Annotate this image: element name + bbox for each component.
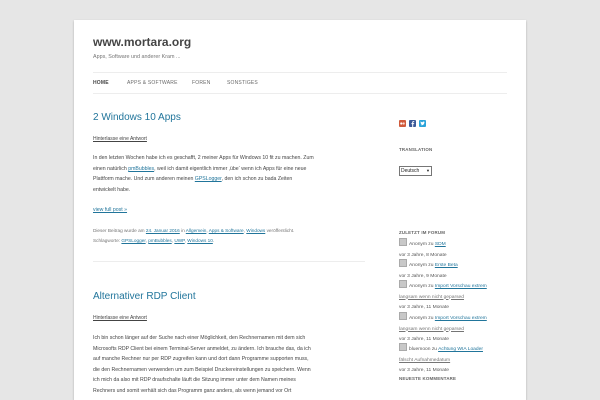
post-2-line-5: ich mich da also mit RDP draufschalte lä… [93, 377, 296, 384]
nav-item-foren[interactable]: FOREN [192, 80, 211, 86]
forum-topic-link[interactable]: Import Vorschau extrem [435, 284, 487, 289]
post-1-line-1: In den letzten Wochen habe ich es gescha… [93, 155, 314, 161]
recent-comments-widget-title: NEUESTE KOMMENTARE [399, 376, 457, 381]
forum-on: zu [430, 347, 439, 352]
post-divider [93, 261, 365, 262]
forum-entry: Anonym zu Import Vorschau extrem langsam… [399, 312, 511, 346]
post-1-line-3-text: Plattform mache. Und zum anderen meinen [93, 176, 195, 183]
avatar [399, 259, 407, 267]
gpslogger-link[interactable]: GPSLogger [195, 176, 222, 182]
forum-widget-title: ZULETZT IM FORUM [399, 230, 446, 235]
tags-label: Schlagworte: [93, 237, 122, 243]
tag-uwp-link[interactable]: UWP [174, 238, 184, 243]
post-2-comment-link[interactable]: Hinterlasse eine Antwort [93, 315, 147, 321]
tags-end: . [212, 237, 215, 243]
post-1-meta-line-2: Schlagworte: GPSLogger, pmBubbles, UWP, … [93, 236, 365, 246]
nav-item-home[interactable]: HOME [93, 80, 109, 86]
post-date-link[interactable]: 24. Januar 2016 [146, 228, 180, 233]
post-1-entry-meta: Dieser Beitrag wurde am 24. Januar 2016 … [93, 226, 365, 245]
forum-topic-link-cont[interactable]: fälscht Aufnahmedatum [399, 358, 450, 363]
post-1-excerpt: In den letzten Wochen habe ich es gescha… [93, 153, 365, 195]
tag-windows-10-link[interactable]: Windows 10 [187, 238, 213, 243]
pmbubbles-link[interactable]: pmBubbles [128, 166, 154, 172]
post-title-windows-10-apps[interactable]: 2 Windows 10 Apps [93, 112, 181, 123]
post-1-line-2-rest: , weil ich damit eigentlich immer ‚übe‘ … [154, 165, 307, 172]
twitter-icon[interactable] [419, 114, 426, 127]
post-2-line-3: auf manche Rechner nur per RDP zugreifen… [93, 356, 309, 363]
main-navigation: HOME APPS & SOFTWARE FOREN SONSTIGES [93, 72, 507, 94]
view-full-post-link[interactable]: view full post » [93, 207, 127, 213]
forum-author: bluemoon [409, 347, 431, 352]
translation-widget-title: TRANSLATION [399, 147, 433, 152]
meta-suffix: veröffentlicht. [265, 228, 295, 233]
language-select[interactable]: Deutsch ▼ [399, 166, 432, 176]
forum-entry: Anonym zu SDM vor 3 Jahre, 8 Monate [399, 238, 511, 261]
post-1-line-2-text: einen natürlich [93, 165, 129, 172]
forum-on: zu [426, 316, 435, 321]
post-2-line-6: Rechners und somit verhält sich das Prog… [93, 387, 292, 394]
post-2-line-2: Microsofts RDP Client bei einem Terminal… [93, 345, 311, 352]
post-title-alternativer-rdp-client[interactable]: Alternativer RDP Client [93, 291, 196, 302]
forum-topic-link[interactable]: Achtung WIA Loader [438, 347, 483, 352]
forum-entry: Anonym zu Import Vorschau extrem langsam… [399, 280, 511, 314]
forum-author: Anonym [409, 316, 427, 321]
avatar [399, 343, 407, 351]
forum-topic-link[interactable]: SDM [435, 242, 446, 247]
post-2-excerpt: Ich bin schon länger auf der Suche nach … [93, 333, 365, 397]
nav-item-apps-software[interactable]: APPS & SOFTWARE [127, 80, 178, 86]
forum-on: zu [426, 242, 435, 247]
forum-on: zu [426, 284, 435, 289]
forum-author: Anonym [409, 242, 427, 247]
meta-prefix: Dieser Beitrag wurde am [93, 228, 146, 233]
forum-topic-link-cont[interactable]: langsam wenn nicht geparsed [399, 327, 464, 332]
forum-on: zu [426, 263, 435, 268]
post-1-line-3-rest: , den ich schon zu bada Zeiten [221, 176, 293, 183]
post-1-line-3: Plattform mache. Und zum anderen meinen … [93, 174, 365, 185]
avatar [399, 312, 407, 320]
forum-topic-link-cont[interactable]: langsam wenn nicht geparsed [399, 295, 464, 300]
forum-entry: Anonym zu Erste Beta vor 3 Jahre, 9 Mona… [399, 259, 511, 282]
avatar [399, 280, 407, 288]
category-windows-link[interactable]: Windows [246, 228, 265, 233]
post-2-line-4: die den Rechnernamen verwenden um zum Be… [93, 366, 311, 373]
forum-topic-link[interactable]: Erste Beta [435, 263, 458, 268]
flickr-icon[interactable] [399, 114, 406, 127]
site-title[interactable]: www.mortara.org [93, 35, 191, 49]
category-apps-software-link[interactable]: Apps & Software [209, 228, 244, 233]
page-container: www.mortara.org Apps, Software und ander… [74, 20, 526, 400]
post-1-comment-link[interactable]: Hinterlasse eine Antwort [93, 136, 147, 142]
facebook-icon[interactable] [409, 114, 416, 127]
nav-item-sonstiges[interactable]: SONSTIGES [227, 80, 258, 86]
post-1-line-2: einen natürlich pmBubbles, weil ich dami… [93, 164, 365, 175]
chevron-down-icon: ▼ [426, 168, 430, 173]
forum-entry: bluemoon zu Achtung WIA Loader fälscht A… [399, 343, 511, 377]
post-1-meta-line-1: Dieser Beitrag wurde am 24. Januar 2016 … [93, 226, 365, 236]
forum-topic-link[interactable]: Import Vorschau extrem [435, 316, 487, 321]
forum-time: vor 3 Jahre, 11 Monate [399, 368, 449, 373]
avatar [399, 238, 407, 246]
site-description: Apps, Software und anderer Kram ... [93, 54, 181, 60]
forum-author: Anonym [409, 284, 427, 289]
tag-gpslogger-link[interactable]: GPSLogger [121, 238, 145, 243]
post-2-line-1: Ich bin schon länger auf der Suche nach … [93, 335, 306, 341]
forum-author: Anonym [409, 263, 427, 268]
language-select-value: Deutsch [401, 168, 420, 174]
tag-pmbubbles-link[interactable]: pmBubbles [148, 238, 171, 243]
post-1-line-4: entwickelt habe. [93, 186, 131, 193]
category-allgemein-link[interactable]: Allgemein [186, 228, 207, 233]
